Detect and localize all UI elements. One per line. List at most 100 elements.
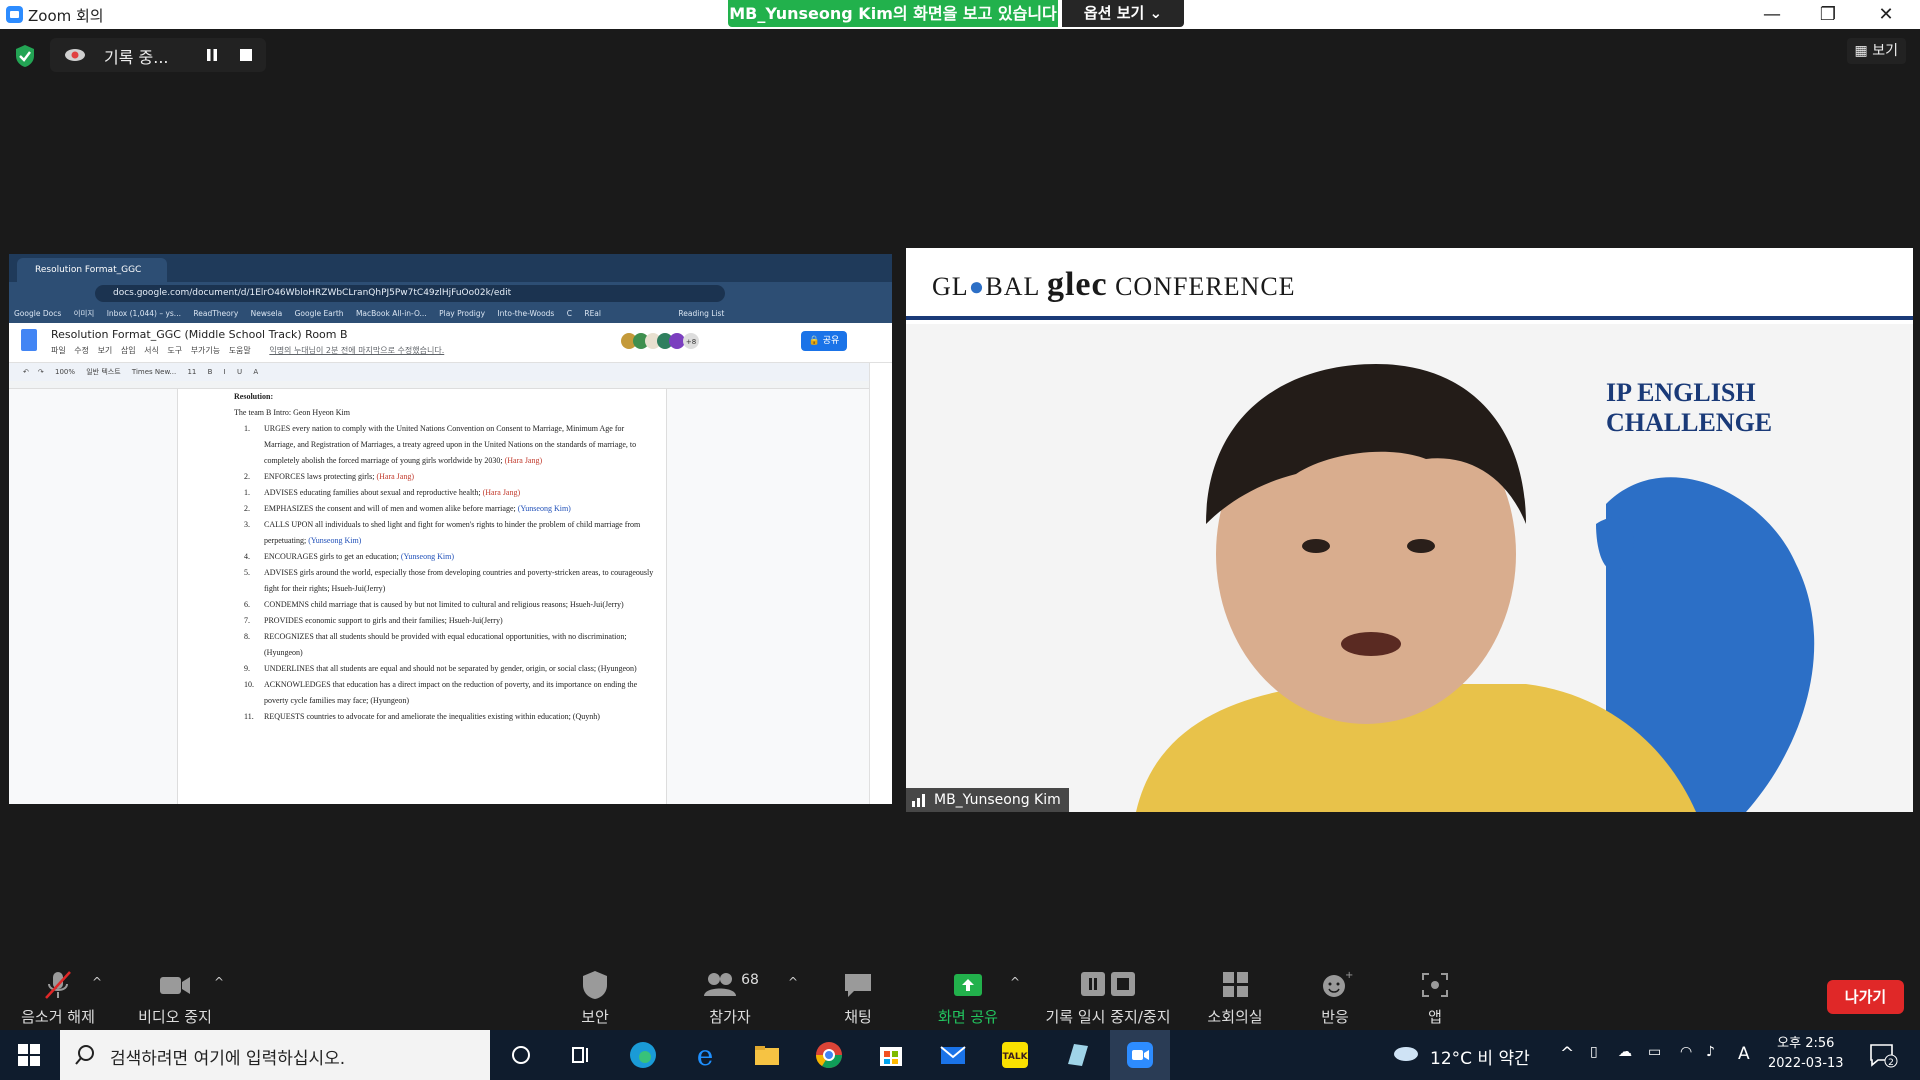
participants-button[interactable]: 68 참가자	[690, 968, 770, 1027]
video-camera-icon	[160, 977, 190, 994]
document-canvas: Resolution: The team B Intro: Geon Hyeon…	[9, 389, 869, 804]
security-shield-icon	[16, 45, 34, 67]
stop-recording-icon[interactable]	[236, 46, 256, 64]
audio-options-caret-icon[interactable]: ^	[92, 975, 102, 989]
resolution-item-author: (Yunseong Kim)	[400, 552, 454, 561]
unmute-label: 음소거 해제	[21, 1008, 95, 1026]
docs-menu-item: 파일	[51, 346, 66, 355]
mail-icon[interactable]	[938, 1040, 968, 1070]
internet-explorer-icon[interactable]: e	[690, 1040, 720, 1070]
ime-indicator[interactable]: A	[1738, 1044, 1750, 1064]
resolution-list: 1. URGES every nation to comply with the …	[234, 421, 654, 725]
breakout-rooms-label: 소회의실	[1207, 1008, 1263, 1026]
wifi-icon[interactable]: ◠	[1680, 1044, 1692, 1060]
view-button-label: 보기	[1872, 43, 1898, 59]
conference-banner-text: GL●BAL glec CONFERENCE	[932, 266, 1296, 304]
battery-icon[interactable]: ▭	[1648, 1044, 1661, 1060]
resolution-item-text: ADVISES educating families about sexual …	[264, 488, 481, 497]
security-button[interactable]: 보안	[560, 968, 630, 1027]
apps-button[interactable]: 앱	[1400, 968, 1470, 1027]
onedrive-cloud-icon[interactable]: ☁	[1618, 1044, 1632, 1060]
bookmark: 이미지	[73, 309, 95, 318]
zoom-taskbar-button[interactable]	[1110, 1030, 1170, 1080]
tray-device-icon[interactable]: ▯	[1590, 1044, 1598, 1060]
resolution-item-author: (Yunseong Kim)	[308, 536, 362, 545]
tray-overflow-icon[interactable]: ^	[1560, 1044, 1574, 1064]
docs-menu-item: 도구	[167, 346, 183, 355]
ruler	[9, 381, 869, 389]
banner-part: GL	[932, 272, 969, 301]
resolution-item-author: (Hara Jang)	[504, 456, 543, 465]
bookmark: ReadTheory	[193, 309, 239, 318]
bookmark: C	[566, 309, 572, 318]
task-view-icon[interactable]	[566, 1040, 596, 1070]
participant-name-tag: MB_Yunseong Kim	[906, 788, 1069, 812]
minimize-button[interactable]: —	[1744, 0, 1800, 29]
docs-menu-item: 부가기능	[190, 346, 221, 355]
video-options-caret-icon[interactable]: ^	[214, 975, 224, 989]
close-button[interactable]: ✕	[1858, 0, 1914, 29]
apps-icon	[1422, 973, 1448, 997]
stop-video-button[interactable]: 비디오 중지	[130, 968, 220, 1027]
reactions-button[interactable]: + 반응	[1300, 968, 1370, 1027]
view-options-button[interactable]: 옵션 보기 ⌄	[1062, 0, 1184, 27]
share-options-caret-icon[interactable]: ^	[1010, 975, 1020, 989]
restore-button[interactable]: ❐	[1800, 0, 1856, 29]
docs-share-button: 🔒 공유	[801, 331, 847, 351]
chat-label: 채팅	[844, 1008, 872, 1026]
microsoft-store-icon[interactable]	[876, 1040, 906, 1070]
resolution-item-text: CONDEMNS child marriage that is caused b…	[264, 600, 624, 609]
resolution-item-text: PROVIDES economic support to girls and t…	[264, 616, 503, 625]
pause-recording-icon[interactable]	[202, 46, 222, 64]
security-icon	[583, 971, 607, 999]
docs-menu-item: 수정	[74, 346, 90, 355]
chrome-icon[interactable]	[814, 1040, 844, 1070]
bookmarks-bar: Google Docs 이미지 Inbox (1,044) – ys... Re…	[9, 305, 892, 323]
window-title: Zoom 회의	[28, 7, 104, 25]
stop-video-label: 비디오 중지	[138, 1008, 212, 1026]
pause-stop-icon	[1081, 972, 1135, 996]
banner-part: BAL	[985, 272, 1040, 301]
participants-count: 68	[741, 972, 759, 988]
share-screen-icon	[954, 974, 982, 996]
system-clock[interactable]: 오후 2:56 2022-03-13	[1768, 1034, 1844, 1074]
resolution-item: 2. ENFORCES laws protecting girls; (Hara …	[234, 469, 654, 485]
unmute-button[interactable]: 음소거 해제	[14, 968, 102, 1027]
resolution-item: 10. ACKNOWLEDGES that education has a dir…	[234, 677, 654, 709]
view-button[interactable]: ▦ 보기	[1846, 38, 1906, 64]
resolution-item: 5. ADVISES girls around the world, especi…	[234, 565, 654, 597]
doc-title: Resolution Format_GGC (Middle School Tra…	[51, 328, 348, 341]
leave-meeting-button[interactable]: 나가기	[1827, 980, 1904, 1014]
notifications-count: 2	[1888, 1058, 1894, 1068]
volume-icon[interactable]: ♪	[1706, 1044, 1715, 1060]
resolution-item: 8. RECOGNIZES that all students should be…	[234, 629, 654, 661]
notepad-app-icon[interactable]	[1062, 1040, 1092, 1070]
docs-share-label: 공유	[822, 336, 840, 346]
edge-browser-icon[interactable]	[628, 1040, 658, 1070]
taskbar-search-box[interactable]: 검색하려면 여기에 입력하십시오.	[60, 1030, 490, 1080]
clock-time: 오후 2:56	[1777, 1036, 1835, 1051]
resolution-item-number: 8.	[244, 632, 250, 641]
resolution-item-number: 1.	[244, 488, 250, 497]
resolution-item: 6. CONDEMNS child marriage that is caused…	[234, 597, 654, 613]
pause-stop-recording-button[interactable]: 기록 일시 중지/중지	[1040, 968, 1176, 1027]
svg-text:e: e	[697, 1040, 714, 1070]
participant-name: MB_Yunseong Kim	[934, 792, 1061, 808]
bookmark: MacBook All-in-O...	[355, 309, 427, 318]
docs-menu-bar: 파일 수정 보기 삽입 서식 도구 부가기능 도움말 익명의 누대님이 2분 전…	[51, 345, 450, 356]
chat-button[interactable]: 채팅	[823, 968, 893, 1027]
kakaotalk-icon[interactable]: TALK	[1000, 1040, 1030, 1070]
file-explorer-icon[interactable]	[752, 1040, 782, 1070]
breakout-rooms-button[interactable]: 소회의실	[1200, 968, 1270, 1027]
text-color-icon: A	[253, 368, 259, 376]
windows-start-icon[interactable]	[18, 1044, 40, 1066]
participants-caret-icon[interactable]: ^	[788, 975, 798, 989]
share-screen-button[interactable]: 화면 공유	[928, 968, 1008, 1027]
search-icon	[75, 1045, 94, 1065]
resolution-item-text: URGES every nation to comply with the Un…	[264, 424, 637, 465]
resolution-item: 9. UNDERLINES that all students are equal…	[234, 661, 654, 677]
style-select: 일반 텍스트	[86, 368, 121, 376]
cortana-icon[interactable]	[506, 1040, 536, 1070]
font-size: 11	[187, 368, 197, 376]
notifications-icon[interactable]: 2	[1868, 1042, 1898, 1068]
